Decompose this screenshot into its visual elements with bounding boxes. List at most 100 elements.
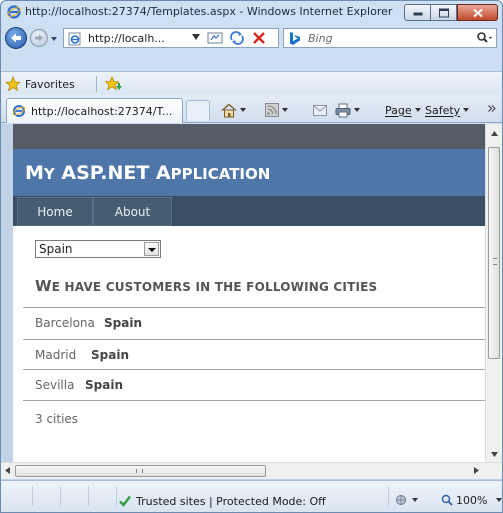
stop-icon[interactable] xyxy=(252,31,266,45)
city-row: Sevilla Spain xyxy=(23,369,485,399)
city-country: Spain xyxy=(91,348,129,362)
forward-arrow-icon xyxy=(35,34,43,42)
favorites-label: Favorites xyxy=(25,77,75,91)
menu-item-home[interactable]: Home xyxy=(17,197,93,226)
horizontal-scroll-thumb[interactable] xyxy=(15,465,266,477)
home-icon xyxy=(221,103,237,117)
favorites-bar: Favorites xyxy=(1,71,502,95)
browser-window: http://localhost:27374/Templates.aspx - … xyxy=(0,0,503,513)
zoom-dropdown-icon xyxy=(496,498,503,502)
minimize-icon xyxy=(413,12,422,15)
close-icon xyxy=(472,8,483,17)
cities-heading-rest: E HAVE CUSTOMERS IN THE FOLLOWING CITIES xyxy=(51,280,378,294)
address-row: http://localh... Bing xyxy=(1,25,502,53)
status-cell xyxy=(5,486,33,506)
new-tab-button[interactable] xyxy=(186,100,210,121)
site-title: MY ASP.NET APPLICATION xyxy=(25,162,270,184)
security-zone-status[interactable]: Trusted sites | Protected Mode: Off xyxy=(119,491,326,511)
scroll-grip-icon xyxy=(493,258,497,265)
vertical-scroll-thumb[interactable] xyxy=(488,147,500,359)
city-name: Madrid xyxy=(35,348,77,362)
print-button[interactable] xyxy=(335,101,360,119)
site-title-initial: M xyxy=(25,162,44,184)
recent-pages-dropdown-icon[interactable] xyxy=(50,35,58,43)
page-menu-button[interactable]: Page xyxy=(385,101,421,119)
web-page-content: MY ASP.NET APPLICATION Home About Spain … xyxy=(13,124,485,462)
tab-ie-icon xyxy=(12,105,26,117)
address-bar[interactable]: http://localh... xyxy=(63,28,279,48)
zone-dropdown-icon xyxy=(412,498,418,502)
country-select-value: Spain xyxy=(39,242,73,256)
favorites-star-icon xyxy=(5,76,21,92)
scroll-up-arrow-icon[interactable] xyxy=(491,131,498,136)
bing-icon xyxy=(290,32,300,45)
zone-text: Trusted sites | Protected Mode: Off xyxy=(136,494,326,508)
address-url: http://localh... xyxy=(88,32,165,45)
add-to-favorites-bar-icon[interactable] xyxy=(105,75,123,92)
cities-heading: WE HAVE CUSTOMERS IN THE FOLLOWING CITIE… xyxy=(35,277,377,295)
printer-icon xyxy=(335,103,351,117)
site-title-small-caps-1: Y xyxy=(43,165,55,183)
close-window-button[interactable] xyxy=(457,4,498,21)
site-title-small-caps-2: PPLICATION xyxy=(170,165,271,183)
safety-dropdown-icon xyxy=(463,108,470,112)
status-cell xyxy=(33,486,61,506)
maximize-button[interactable] xyxy=(431,4,457,21)
internet-explorer-icon xyxy=(7,5,21,19)
cities-heading-initial: W xyxy=(35,277,52,295)
print-dropdown-icon[interactable] xyxy=(354,108,360,112)
menu-item-about[interactable]: About xyxy=(93,197,172,226)
scroll-grip-icon xyxy=(136,469,143,473)
scroll-down-arrow-icon[interactable] xyxy=(491,452,498,457)
search-icon[interactable] xyxy=(476,31,492,45)
browser-tab[interactable]: http://localhost:27374/T... xyxy=(6,98,183,123)
search-box[interactable]: Bing xyxy=(283,28,497,48)
city-count: 3 cities xyxy=(35,412,79,426)
status-bar: Trusted sites | Protected Mode: Off 100% xyxy=(1,480,503,512)
scroll-left-arrow-icon[interactable] xyxy=(5,467,10,474)
site-title-middle: ASP.NET A xyxy=(54,162,171,184)
protected-mode-button[interactable] xyxy=(394,490,418,510)
city-name: Sevilla xyxy=(35,378,75,392)
minimize-button[interactable] xyxy=(404,4,431,21)
window-title: http://localhost:27374/Templates.aspx - … xyxy=(25,5,393,18)
city-row: Barcelona Spain xyxy=(23,307,485,337)
horizontal-scrollbar[interactable] xyxy=(1,462,502,479)
refresh-icon[interactable] xyxy=(229,31,245,45)
home-dropdown-icon[interactable] xyxy=(240,108,246,112)
status-separator xyxy=(388,486,389,506)
country-select-dropdown-button[interactable] xyxy=(144,242,159,256)
content-left-border xyxy=(1,124,13,462)
scroll-right-arrow-icon[interactable] xyxy=(474,467,479,474)
safety-menu-button[interactable]: Safety xyxy=(425,101,470,119)
zone-globe-icon xyxy=(396,495,406,505)
site-header: MY ASP.NET APPLICATION xyxy=(13,149,485,196)
favorites-button[interactable]: Favorites xyxy=(5,75,75,93)
feeds-button[interactable] xyxy=(265,101,288,119)
favorites-separator xyxy=(96,76,97,92)
tab-label: http://localhost:27374/T... xyxy=(31,105,173,118)
page-top-bar xyxy=(13,124,485,149)
read-mail-button[interactable] xyxy=(313,101,327,119)
search-placeholder: Bing xyxy=(308,32,333,45)
zoom-level-button[interactable]: 100% xyxy=(441,490,503,510)
page-menu-label: Page xyxy=(385,103,412,117)
maximize-icon xyxy=(438,8,449,17)
feeds-dropdown-icon[interactable] xyxy=(282,108,288,112)
home-button[interactable] xyxy=(221,101,246,119)
chevron-down-icon xyxy=(148,248,156,252)
compatibility-view-icon[interactable] xyxy=(207,31,223,45)
feeds-icon xyxy=(265,103,279,117)
back-button[interactable] xyxy=(5,27,27,49)
more-commands-chevron[interactable] xyxy=(488,99,496,117)
page-ie-icon xyxy=(68,32,81,46)
mail-icon xyxy=(313,104,327,116)
back-arrow-icon xyxy=(11,33,21,43)
status-cell xyxy=(61,486,89,506)
address-dropdown-icon[interactable] xyxy=(192,34,200,40)
zoom-magnifier-icon xyxy=(441,494,453,506)
zoom-value: 100% xyxy=(456,493,488,507)
country-select[interactable]: Spain xyxy=(35,240,161,258)
vertical-scrollbar[interactable] xyxy=(485,124,502,462)
forward-button[interactable] xyxy=(30,29,48,47)
